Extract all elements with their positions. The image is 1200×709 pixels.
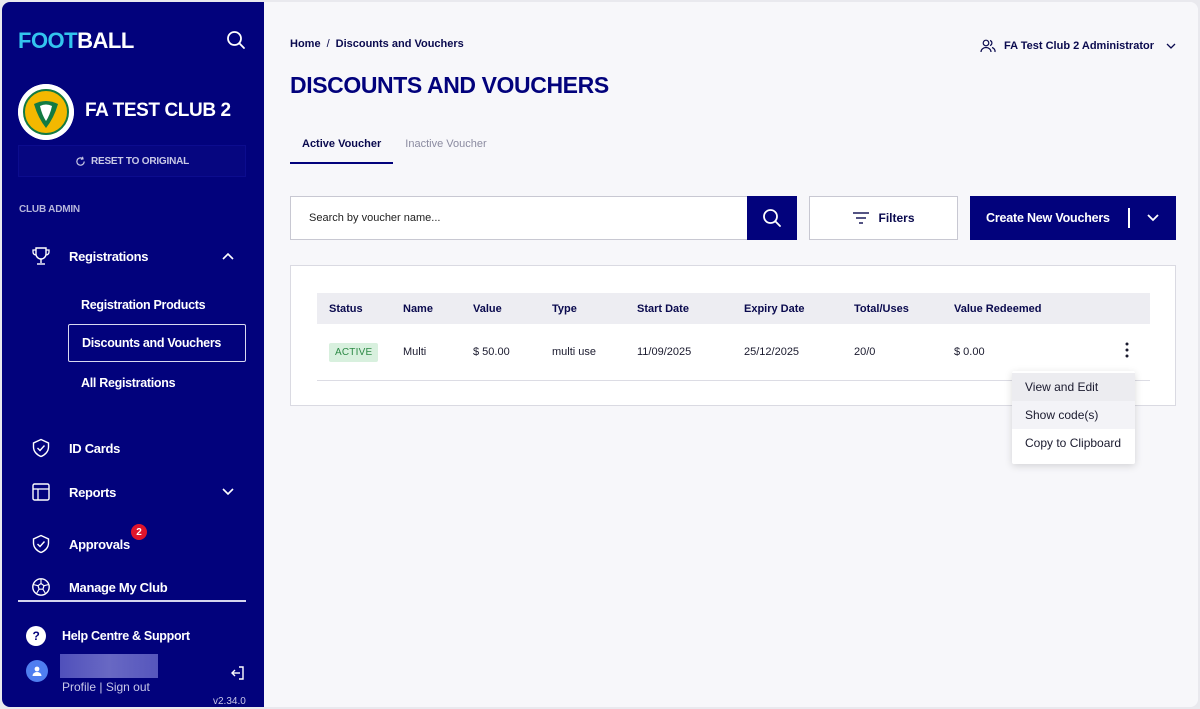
profile-links: Profile | Sign out: [62, 680, 150, 694]
version-label: v2.34.0: [213, 696, 246, 707]
name-cell: Multi: [403, 346, 427, 358]
nav-item-registrations[interactable]: Registrations: [18, 241, 246, 271]
value-redeemed-cell: $ 0.00: [954, 346, 985, 358]
status-cell: ACTIVE: [317, 342, 403, 362]
chevron-down-icon: [1147, 214, 1159, 222]
create-dropdown-toggle[interactable]: [1130, 214, 1176, 222]
create-new-vouchers-button[interactable]: Create New Vouchers: [970, 196, 1176, 240]
filters-button[interactable]: Filters: [809, 196, 958, 240]
breadcrumb-current: Discounts and Vouchers: [335, 38, 464, 50]
club-logo-icon: [18, 84, 74, 140]
type-cell: multi use: [552, 346, 597, 358]
filter-icon: [853, 212, 870, 224]
voucher-tabs: Active Voucher Inactive Voucher: [290, 130, 499, 164]
logout-icon[interactable]: [230, 665, 246, 681]
chevron-up-icon[interactable]: [218, 252, 238, 260]
search-button[interactable]: [747, 196, 797, 240]
user-menu[interactable]: FA Test Club 2 Administrator: [980, 38, 1176, 54]
trophy-icon: [18, 246, 64, 266]
section-label-club-admin: CLUB ADMIN: [19, 204, 80, 215]
user-menu-label: FA Test Club 2 Administrator: [1004, 40, 1154, 52]
nav-label-reports: Reports: [69, 484, 117, 500]
chevron-down-icon: [1166, 43, 1176, 49]
refresh-icon: [76, 156, 85, 166]
column-header-start-date: Start Date: [637, 302, 689, 315]
row-context-menu: View and Edit Show code(s) Copy to Clipb…: [1012, 371, 1135, 464]
search-input[interactable]: [291, 197, 731, 239]
status-badge: ACTIVE: [329, 342, 379, 362]
menu-item-show-codes[interactable]: Show code(s): [1012, 401, 1135, 429]
nav-label-id-cards: ID Cards: [69, 440, 121, 456]
more-options-icon[interactable]: [1125, 342, 1129, 362]
nav-label-manage-my-club: Manage My Club: [69, 579, 168, 595]
app-window: FOOTBALL FA TEST CLUB 2 RESET TO ORIGINA…: [2, 2, 1198, 707]
table-header: Status Name Value Type Start Date Expiry…: [317, 293, 1150, 324]
column-header-value: Value: [473, 302, 502, 315]
logo-text-part2: BALL: [77, 28, 134, 53]
breadcrumb-separator: /: [326, 38, 330, 50]
create-label: Create New Vouchers: [986, 211, 1110, 225]
tab-active-voucher[interactable]: Active Voucher: [290, 130, 394, 164]
column-header-type: Type: [552, 302, 577, 315]
column-header-value-redeemed: Value Redeemed: [954, 302, 1042, 315]
shield-check-icon: [18, 438, 64, 458]
logo-text-part1: FOOT: [18, 28, 78, 53]
menu-item-copy-to-clipboard[interactable]: Copy to Clipboard: [1012, 429, 1135, 457]
sidebar-item-all-registrations[interactable]: All Registrations: [68, 364, 246, 402]
column-header-total-uses: Total/Uses: [854, 302, 909, 315]
soccer-ball-icon: [18, 577, 64, 597]
tab-inactive-voucher[interactable]: Inactive Voucher: [393, 130, 498, 164]
football-logo[interactable]: FOOTBALL: [18, 28, 134, 54]
total-uses-cell: 20/0: [854, 346, 876, 358]
column-header-expiry-date: Expiry Date: [744, 302, 805, 315]
users-icon: [980, 39, 996, 53]
page-title: DISCOUNTS AND VOUCHERS: [290, 72, 609, 98]
nav-item-id-cards[interactable]: ID Cards: [18, 433, 246, 463]
reports-icon: [18, 482, 64, 502]
start-date-cell: 11/09/2025: [637, 346, 692, 358]
reset-label: RESET TO ORIGINAL: [90, 155, 190, 167]
menu-item-view-and-edit[interactable]: View and Edit: [1012, 373, 1135, 401]
user-name-redacted: [60, 654, 158, 678]
sign-out-link[interactable]: Sign out: [106, 680, 150, 694]
row-actions: [1104, 342, 1150, 362]
column-header-name: Name: [403, 302, 433, 315]
shield-check-icon: [18, 534, 64, 554]
help-centre-link[interactable]: ? Help Centre & Support: [26, 626, 190, 646]
user-avatar-icon[interactable]: [26, 660, 48, 682]
sidebar: FOOTBALL FA TEST CLUB 2 RESET TO ORIGINA…: [2, 2, 264, 707]
nav-label-registrations: Registrations: [69, 248, 149, 264]
approvals-count-badge: 2: [131, 524, 147, 540]
sidebar-divider: [18, 600, 246, 602]
column-header-status: Status: [329, 302, 363, 315]
club-name: FA TEST CLUB 2: [85, 100, 231, 121]
nav-item-manage-my-club[interactable]: Manage My Club: [18, 572, 246, 602]
search-icon[interactable]: [226, 30, 246, 50]
value-cell: $ 50.00: [473, 346, 510, 358]
reset-to-original-button[interactable]: RESET TO ORIGINAL: [18, 145, 246, 177]
sidebar-item-discounts-and-vouchers[interactable]: Discounts and Vouchers: [68, 324, 246, 362]
help-label: Help Centre & Support: [62, 629, 190, 643]
profile-link[interactable]: Profile: [62, 680, 96, 694]
search-icon: [763, 209, 781, 227]
sidebar-item-registration-products[interactable]: Registration Products: [68, 286, 246, 324]
filters-label: Filters: [878, 211, 915, 225]
breadcrumb: Home / Discounts and Vouchers: [290, 38, 464, 50]
help-icon: ?: [26, 626, 46, 646]
expiry-date-cell: 25/12/2025: [744, 346, 800, 358]
nav-label-approvals: Approvals: [69, 536, 130, 552]
main-content: Home / Discounts and Vouchers FA Test Cl…: [264, 2, 1198, 707]
search-bar: [290, 196, 797, 240]
nav-item-reports[interactable]: Reports: [18, 477, 246, 507]
chevron-down-icon[interactable]: [218, 488, 238, 496]
breadcrumb-home[interactable]: Home: [290, 38, 321, 50]
